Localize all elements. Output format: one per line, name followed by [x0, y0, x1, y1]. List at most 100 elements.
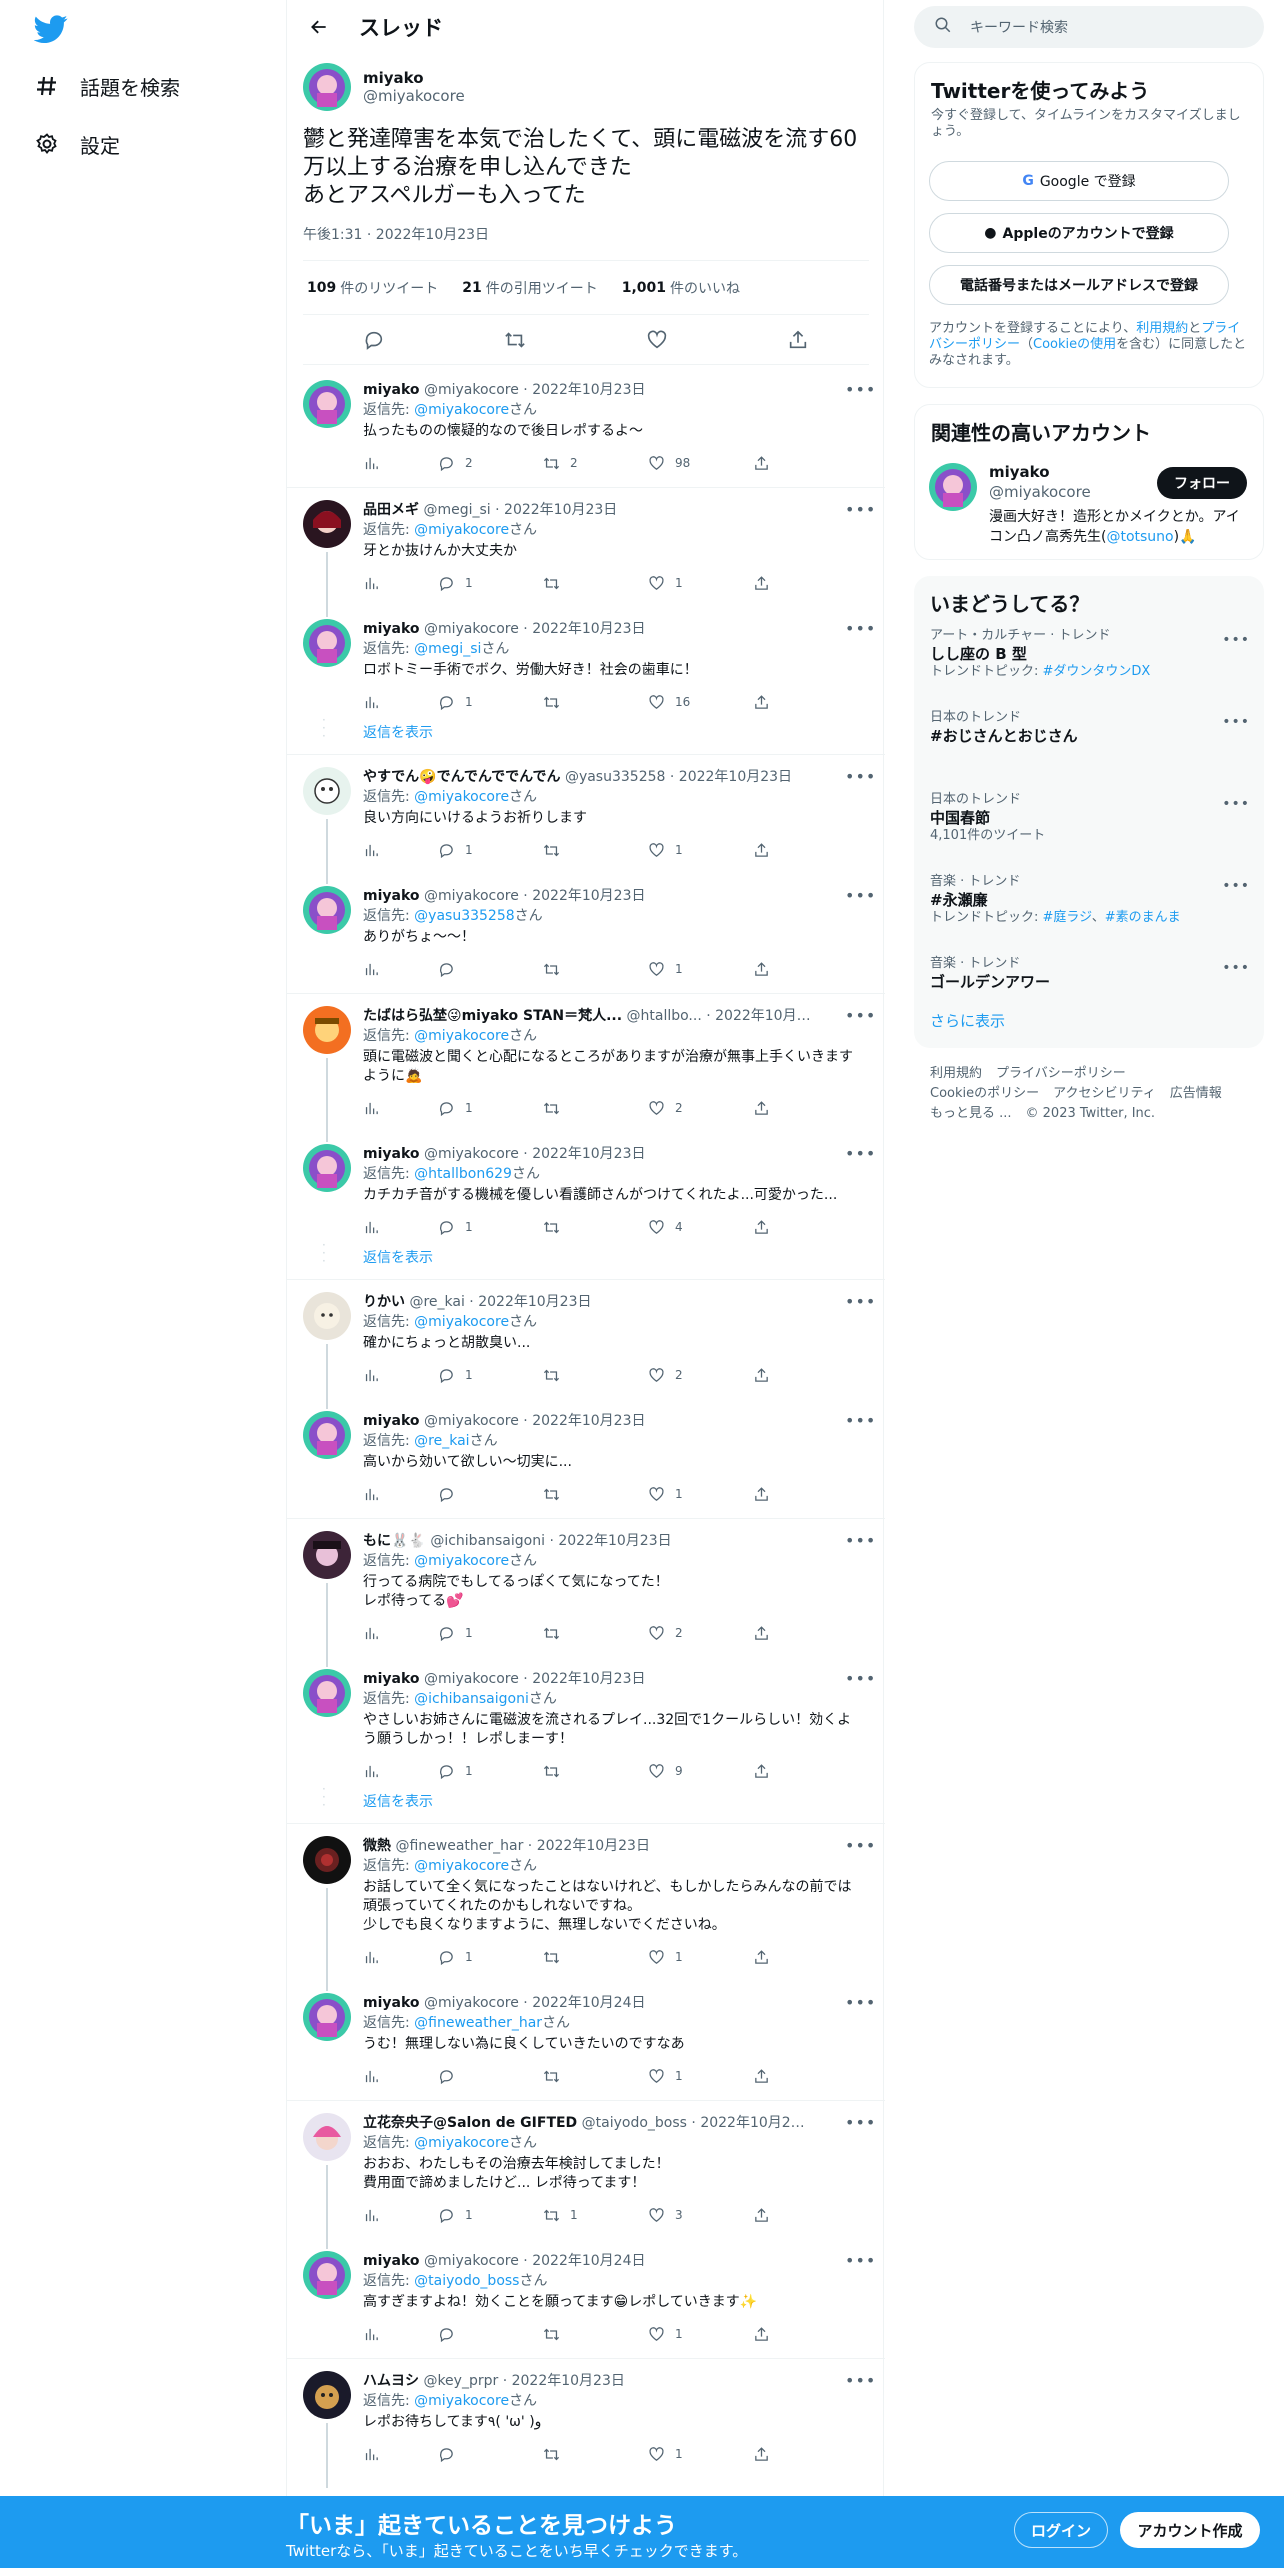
- reply-tweet[interactable]: ••• miyako @miyakocore · 2022年10月24日 返信先: …: [287, 2239, 885, 2358]
- footer-terms-link[interactable]: 利用規約: [930, 1066, 982, 1081]
- trend-topic-link[interactable]: #素のまんま: [1105, 910, 1181, 925]
- footer-cookie-link[interactable]: Cookieのポリシー: [930, 1086, 1039, 1101]
- reply-tweet[interactable]: ••• もに🐰🐇 @ichibansaigoni · 2022年10月23日 返信先…: [287, 1519, 885, 1667]
- more-options-icon[interactable]: •••: [1222, 796, 1250, 812]
- show-replies-link[interactable]: · · · 返信を表示: [287, 1783, 885, 1823]
- share-button[interactable]: [753, 575, 793, 592]
- avatar[interactable]: [303, 619, 351, 667]
- reply-tweet[interactable]: ••• miyako @miyakocore · 2022年10月23日 返信先: …: [287, 607, 885, 720]
- like-button[interactable]: 98: [648, 455, 738, 472]
- twitter-logo-icon[interactable]: [33, 12, 68, 46]
- footer-ads-link[interactable]: 広告情報: [1170, 1086, 1222, 1101]
- trend-item[interactable]: 日本のトレンド #おじさんとおじさん •••: [930, 710, 1250, 746]
- share-button[interactable]: [753, 2446, 793, 2463]
- share-button[interactable]: [753, 842, 793, 859]
- avatar[interactable]: [303, 1993, 351, 2041]
- like-button[interactable]: 2: [648, 1625, 738, 1642]
- like-count[interactable]: 1,001: [622, 280, 666, 296]
- reply-button[interactable]: 1: [438, 575, 528, 592]
- author-handle[interactable]: @miyakocore: [424, 621, 519, 637]
- like-button[interactable]: 1: [648, 2446, 738, 2463]
- author-handle[interactable]: @miyakocore: [424, 1671, 519, 1687]
- reply-date[interactable]: 2022年10月23日: [715, 1008, 813, 1024]
- retweet-button[interactable]: 1: [543, 2207, 633, 2224]
- share-icon[interactable]: [780, 322, 816, 358]
- more-options-icon[interactable]: •••: [845, 1292, 875, 1311]
- retweet-button[interactable]: [543, 1625, 633, 1642]
- author-handle[interactable]: @megi_si: [423, 502, 490, 518]
- share-button[interactable]: [753, 2207, 793, 2224]
- retweet-count-label[interactable]: 件のリツイート: [340, 278, 438, 298]
- reply-to-link[interactable]: @taiyodo_boss: [414, 2273, 519, 2289]
- share-button[interactable]: [753, 694, 793, 711]
- quote-count[interactable]: 21: [462, 280, 481, 296]
- avatar[interactable]: [303, 1531, 351, 1579]
- author-name[interactable]: miyako: [363, 621, 420, 637]
- retweet-count[interactable]: 109: [307, 280, 336, 296]
- like-icon[interactable]: [639, 322, 675, 358]
- reply-date[interactable]: 2022年10月23日: [532, 1413, 645, 1429]
- reply-button[interactable]: 1: [438, 842, 528, 859]
- footer-more-link[interactable]: もっと見る ...: [930, 1106, 1012, 1121]
- author-name[interactable]: miyako: [363, 1413, 420, 1429]
- author-handle[interactable]: @fineweather_har: [395, 1838, 523, 1854]
- footer-privacy-link[interactable]: プライバシーポリシー: [996, 1066, 1126, 1081]
- more-options-icon[interactable]: •••: [845, 2371, 875, 2390]
- retweet-button[interactable]: [543, 842, 633, 859]
- terms-link[interactable]: 利用規約: [1136, 321, 1188, 336]
- show-replies-link[interactable]: · · · 返信を表示: [287, 1239, 885, 1279]
- views-chart-icon[interactable]: [363, 1219, 423, 1236]
- reply-date[interactable]: 2022年10月23日: [679, 769, 792, 785]
- author-handle[interactable]: @htallbo...: [627, 1008, 702, 1024]
- avatar[interactable]: [303, 767, 351, 815]
- share-button[interactable]: [753, 1763, 793, 1780]
- reply-to-link[interactable]: @miyakocore: [414, 1553, 509, 1569]
- reply-date[interactable]: 2022年10月24日: [532, 2253, 645, 2269]
- more-options-icon[interactable]: •••: [845, 2113, 875, 2132]
- like-button[interactable]: 1: [648, 842, 738, 859]
- author-handle[interactable]: @miyakocore: [424, 1146, 519, 1162]
- avatar[interactable]: [303, 2371, 351, 2419]
- reply-tweet[interactable]: ••• miyako @miyakocore · 2022年10月24日 返信先: …: [287, 1981, 885, 2100]
- quote-count-label[interactable]: 件の引用ツイート: [486, 278, 598, 298]
- reply-tweet[interactable]: ••• りかい @re_kai · 2022年10月23日 返信先: @miyako…: [287, 1280, 885, 1409]
- more-options-icon[interactable]: •••: [845, 380, 875, 399]
- reply-date[interactable]: 2022年10月23日: [532, 621, 645, 637]
- author-name[interactable]: miyako: [363, 2253, 420, 2269]
- author-name[interactable]: 立花奈央子@Salon de GIFTED: [363, 2115, 577, 2131]
- reply-date[interactable]: 2022年10月23日: [532, 1671, 645, 1687]
- retweet-button[interactable]: [543, 1763, 633, 1780]
- phone-signup-button[interactable]: 電話番号またはメールアドレスで登録: [929, 265, 1229, 305]
- reply-to-link[interactable]: @megi_si: [414, 641, 481, 657]
- share-button[interactable]: [753, 961, 793, 978]
- reply-button[interactable]: [438, 2446, 528, 2463]
- more-options-icon[interactable]: •••: [845, 619, 875, 638]
- reply-button[interactable]: 1: [438, 694, 528, 711]
- share-button[interactable]: [753, 1949, 793, 1966]
- avatar[interactable]: [303, 63, 351, 111]
- author-handle[interactable]: @miyakocore: [363, 87, 465, 105]
- reply-date[interactable]: 2022年10月23日: [532, 382, 645, 398]
- reply-tweet[interactable]: ••• miyako @miyakocore · 2022年10月23日 返信先: …: [287, 874, 885, 993]
- avatar[interactable]: [303, 2251, 351, 2299]
- author-handle[interactable]: @key_prpr: [423, 2373, 498, 2389]
- share-button[interactable]: [753, 2068, 793, 2085]
- reply-tweet[interactable]: ••• miyako @miyakocore · 2022年10月23日 返信先: …: [287, 1399, 885, 1518]
- nav-explore[interactable]: 話題を検索: [34, 66, 180, 106]
- reply-to-link[interactable]: @ichibansaigoni: [414, 1691, 529, 1707]
- author-handle[interactable]: @miyakocore: [424, 888, 519, 904]
- avatar[interactable]: [303, 1144, 351, 1192]
- more-options-icon[interactable]: •••: [1222, 878, 1250, 894]
- more-options-icon[interactable]: •••: [845, 886, 875, 905]
- more-options-icon[interactable]: •••: [845, 1669, 875, 1688]
- reply-button[interactable]: [438, 2068, 528, 2085]
- avatar[interactable]: [303, 1411, 351, 1459]
- reply-icon[interactable]: [356, 322, 392, 358]
- reply-button[interactable]: 2: [438, 455, 528, 472]
- avatar[interactable]: [303, 1292, 351, 1340]
- nav-settings[interactable]: 設定: [34, 124, 120, 164]
- views-chart-icon[interactable]: [363, 455, 423, 472]
- like-button[interactable]: 3: [648, 2207, 738, 2224]
- like-count-label[interactable]: 件のいいね: [670, 278, 740, 298]
- trend-item[interactable]: 音楽 · トレンド #永瀬廉 トレンドトピック: #庭ラジ、#素のまんま •••: [930, 874, 1250, 926]
